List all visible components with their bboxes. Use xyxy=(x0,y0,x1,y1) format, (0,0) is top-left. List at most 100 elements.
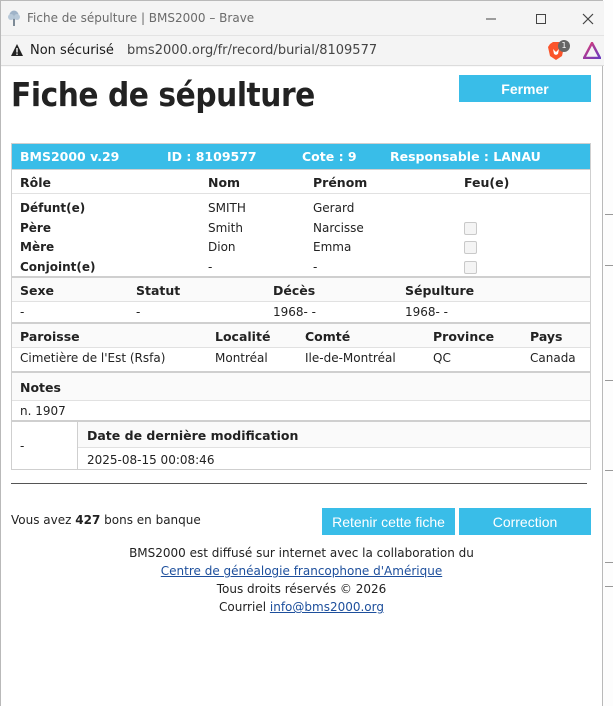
person-role: Père xyxy=(20,220,51,235)
person-role: Mère xyxy=(20,240,55,254)
minimize-icon xyxy=(486,18,496,19)
notes-header-row: Notes xyxy=(12,373,590,401)
col-sepulture: Sépulture xyxy=(405,283,475,298)
event-section: Sexe Statut Décès Sépulture - - 1968- - … xyxy=(12,276,590,322)
minimize-button[interactable] xyxy=(468,1,514,36)
persons-section: Rôle Nom Prénom Feu(e) Défunt(e) SMITH G… xyxy=(12,169,590,276)
col-province: Province xyxy=(433,329,495,344)
col-sexe: Sexe xyxy=(20,283,55,298)
record-id: ID : 8109577 xyxy=(167,149,257,164)
persons-header-row: Rôle Nom Prénom Feu(e) xyxy=(12,170,590,194)
window-title: Fiche de sépulture | BMS2000 – Brave xyxy=(27,11,255,25)
notes-value-row: n. 1907 xyxy=(12,401,590,421)
place-header-row: Paroisse Localité Comté Province Pays xyxy=(12,324,590,348)
footer-rights: Tous droits réservés © 2026 xyxy=(216,582,387,596)
col-localite: Localité xyxy=(215,329,271,344)
sepulture-value: 1968- - xyxy=(405,305,449,319)
notes-value: n. 1907 xyxy=(20,404,66,418)
col-pays: Pays xyxy=(530,329,563,344)
notes-label: Notes xyxy=(20,380,61,395)
person-nom: - xyxy=(208,259,213,274)
col-prenom: Prénom xyxy=(313,175,368,190)
localite-value: Montréal xyxy=(215,351,268,365)
person-row: Mère Dion Emma xyxy=(12,237,590,257)
place-section: Paroisse Localité Comté Province Pays Ci… xyxy=(12,322,590,371)
keep-record-button[interactable]: Retenir cette fiche xyxy=(322,508,455,535)
partner-link[interactable]: Centre de généalogie francophone d'Améri… xyxy=(161,564,442,578)
url-field[interactable]: bms2000.org/fr/record/burial/8109577 xyxy=(127,43,377,58)
event-values-row: - - 1968- - 1968- - xyxy=(12,302,590,322)
person-prenom: Emma xyxy=(313,240,352,254)
title-bar: Fiche de sépulture | BMS2000 – Brave xyxy=(1,1,604,36)
close-record-button[interactable]: Fermer xyxy=(459,75,591,102)
divider xyxy=(11,483,587,484)
person-nom: Dion xyxy=(208,240,236,254)
bank-balance: Vous avez 427 bons en banque xyxy=(11,513,201,527)
province-value: QC xyxy=(433,351,451,365)
maximize-button[interactable] xyxy=(518,1,564,36)
person-nom: Smith xyxy=(208,220,243,235)
deces-value: 1968- - xyxy=(273,305,317,319)
paroisse-value: Cimetière de l'Est (Rsfa) xyxy=(20,351,166,365)
security-label[interactable]: Non sécurisé xyxy=(30,43,114,58)
background-page-strip xyxy=(603,0,613,706)
feu-checkbox[interactable] xyxy=(464,241,477,254)
modification-label: Date de dernière modification xyxy=(87,428,299,443)
footer-collab-text: BMS2000 est diffusé sur internet avec la… xyxy=(129,546,474,560)
pays-value: Canada xyxy=(530,351,576,365)
person-row: Défunt(e) SMITH Gerard xyxy=(12,198,590,218)
brave-shields-button[interactable]: 1 xyxy=(547,40,571,62)
place-values-row: Cimetière de l'Est (Rsfa) Montréal Ile-d… xyxy=(12,348,590,368)
feu-checkbox[interactable] xyxy=(464,260,477,274)
statut-value: - xyxy=(136,305,141,319)
col-deces: Décès xyxy=(273,283,316,298)
record-responsable: Responsable : LANAU xyxy=(390,149,541,164)
page-content: Fiche de sépulture Fermer BMS2000 v.29 I… xyxy=(1,67,602,706)
person-prenom: Narcisse xyxy=(313,220,364,235)
col-role: Rôle xyxy=(20,175,51,190)
person-prenom: - xyxy=(313,259,318,274)
bank-prefix: Vous avez xyxy=(11,513,72,527)
close-window-button[interactable] xyxy=(565,1,611,36)
col-nom: Nom xyxy=(208,175,241,190)
warning-icon xyxy=(11,44,23,56)
correction-button[interactable]: Correction xyxy=(459,508,591,535)
event-header-row: Sexe Statut Décès Sépulture xyxy=(12,278,590,302)
close-icon xyxy=(582,13,594,24)
record-header: BMS2000 v.29 ID : 8109577 Cote : 9 Respo… xyxy=(12,144,590,169)
sexe-value: - xyxy=(20,305,25,319)
person-role: Conjoint(e) xyxy=(20,259,96,274)
modification-header: Date de dernière modification xyxy=(78,422,590,448)
col-comte: Comté xyxy=(305,329,351,344)
version-label: BMS2000 v.29 xyxy=(20,149,120,164)
comte-value: Ile-de-Montréal xyxy=(305,351,396,365)
col-feu: Feu(e) xyxy=(464,175,510,190)
bank-suffix: bons en banque xyxy=(104,513,201,527)
page-title: Fiche de sépulture xyxy=(11,75,315,114)
browser-popup-window: Fiche de sépulture | BMS2000 – Brave Non… xyxy=(0,0,604,706)
person-nom: SMITH xyxy=(208,201,246,215)
col-statut: Statut xyxy=(136,283,181,298)
person-prenom: Gerard xyxy=(313,201,355,215)
modification-date: 2025-08-15 00:08:46 xyxy=(87,453,215,467)
col-paroisse: Paroisse xyxy=(20,329,80,344)
shields-badge: 1 xyxy=(558,40,570,52)
person-row: Père Smith Narcisse xyxy=(12,218,590,238)
bank-count: 427 xyxy=(75,513,101,527)
modification-left-cell: - xyxy=(12,422,78,469)
notes-section: Notes n. 1907 xyxy=(12,371,590,420)
modification-left-value: - xyxy=(20,439,25,453)
person-row: Conjoint(e) - - xyxy=(12,257,590,277)
modification-section: - Date de dernière modification 2025-08-… xyxy=(12,420,590,469)
address-bar: Non sécurisé bms2000.org/fr/record/buria… xyxy=(1,36,604,66)
record-cote: Cote : 9 xyxy=(302,149,357,164)
brave-rewards-icon[interactable] xyxy=(583,42,601,59)
maximize-icon xyxy=(536,13,546,24)
feu-checkbox[interactable] xyxy=(464,221,477,235)
app-tree-icon xyxy=(8,10,20,26)
person-role: Défunt(e) xyxy=(20,201,86,215)
footer-mail-label: Courriel xyxy=(219,600,267,614)
email-link[interactable]: info@bms2000.org xyxy=(270,600,384,614)
burial-record: BMS2000 v.29 ID : 8109577 Cote : 9 Respo… xyxy=(11,143,591,470)
footer: BMS2000 est diffusé sur internet avec la… xyxy=(1,544,602,616)
